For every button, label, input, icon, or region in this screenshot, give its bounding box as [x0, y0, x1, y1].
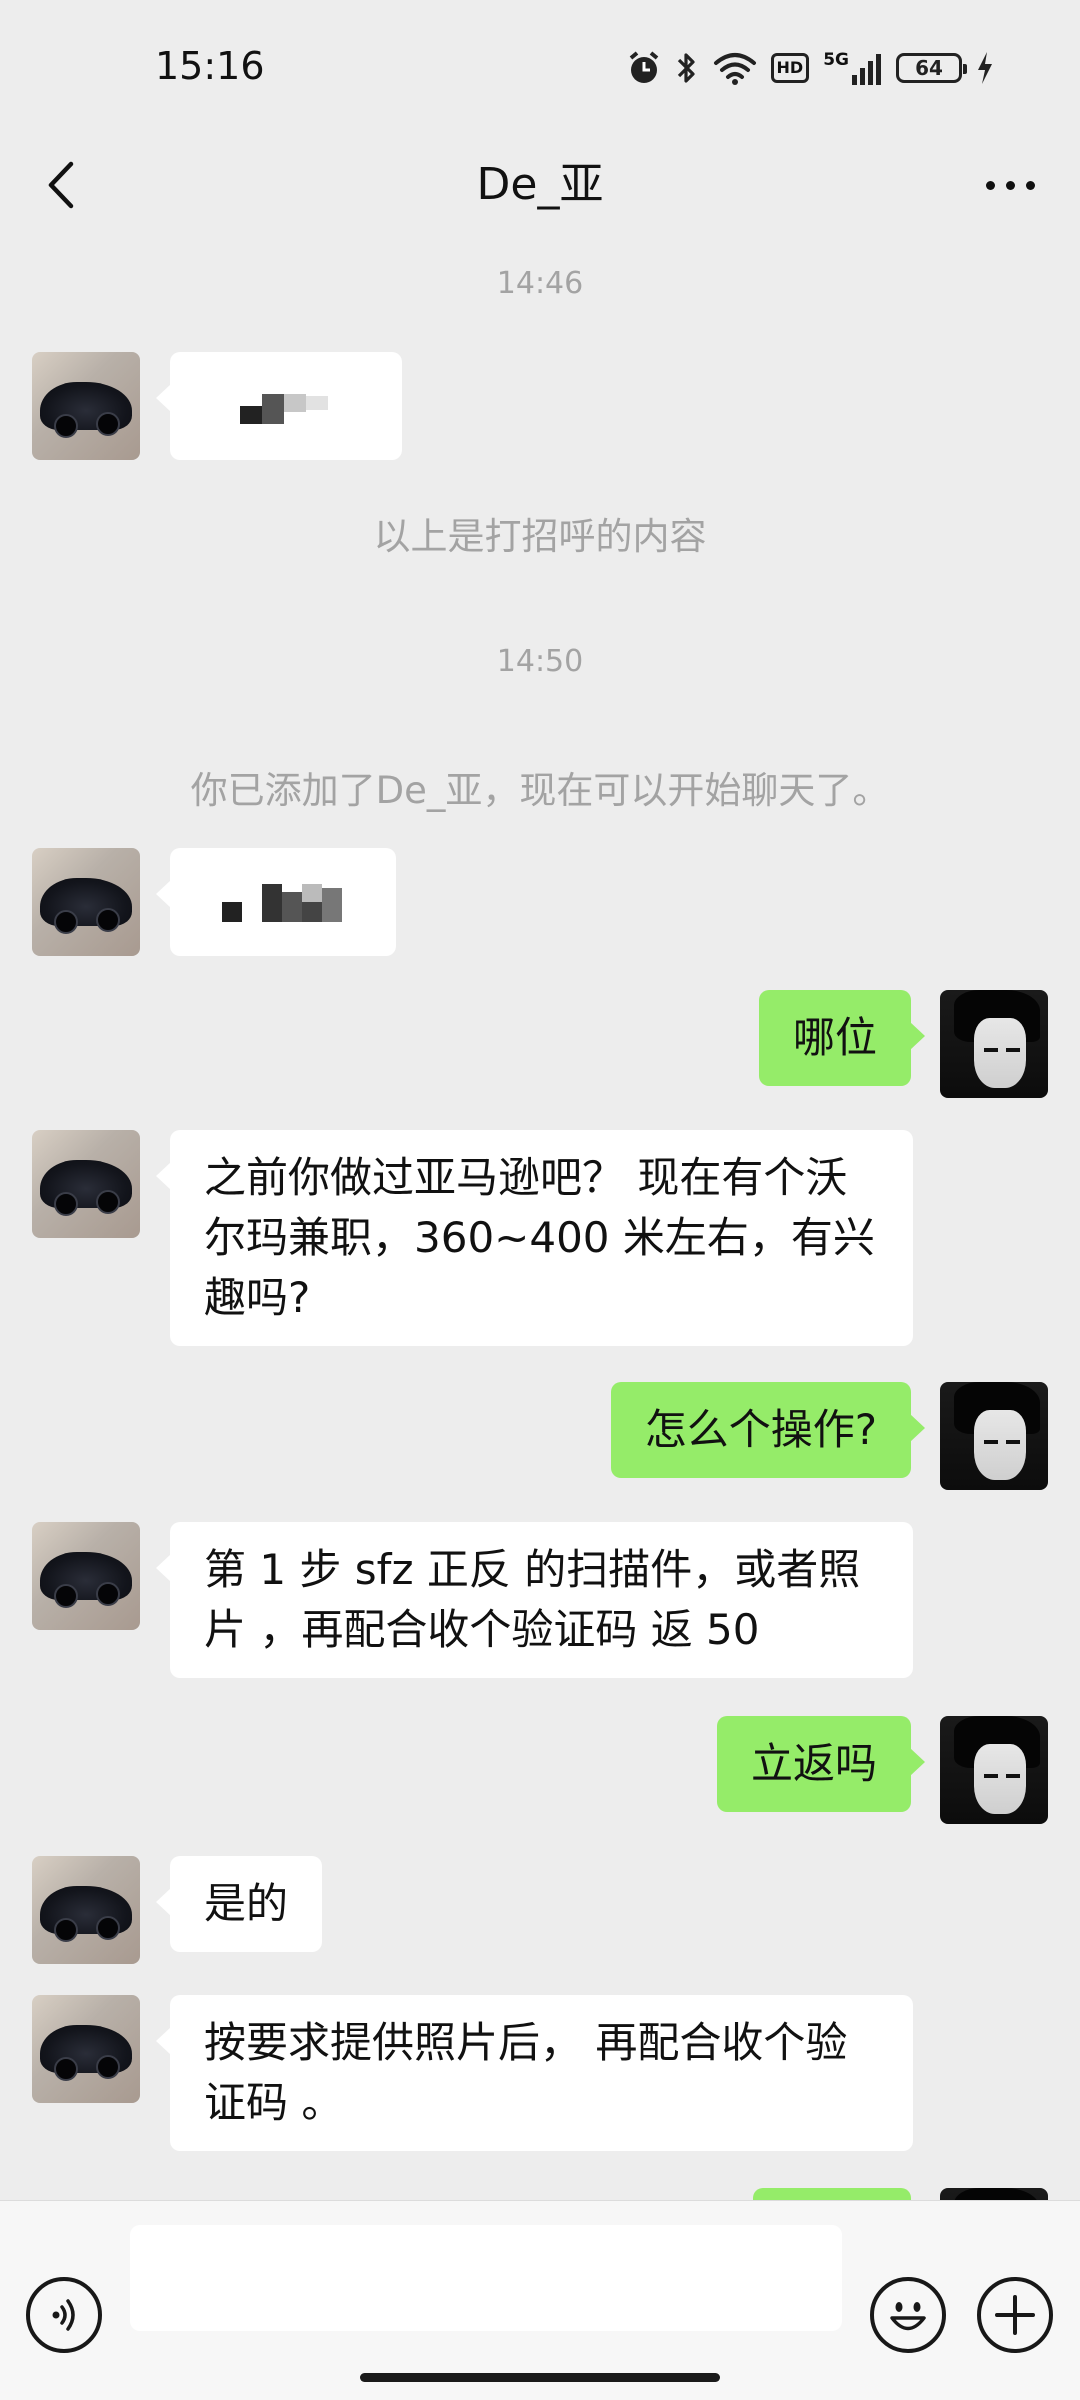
status-bar: 15:16 HD 5G 64	[0, 0, 1080, 130]
message-text: 怎么个操作?	[644, 1405, 877, 1454]
message-bubble-peer[interactable]	[156, 848, 396, 956]
self-avatar[interactable]	[940, 1716, 1048, 1824]
peer-avatar[interactable]	[32, 1522, 140, 1630]
self-avatar[interactable]	[940, 2188, 1048, 2200]
redacted-content	[222, 884, 348, 924]
message-bubble-self[interactable]	[753, 2188, 911, 2200]
message-text: 哪位	[792, 1013, 877, 1062]
message-input[interactable]	[130, 2225, 842, 2331]
network-label: 5G	[823, 50, 849, 70]
message-text: 是的	[204, 1879, 289, 1928]
plus-button[interactable]	[977, 2277, 1053, 2353]
message-text: 之前你做过亚马逊吧？ 现在有个沃尔玛兼职，360~400 米左右，有兴趣吗?	[204, 1153, 875, 1322]
message-bubble-peer[interactable]: 是的	[155, 1856, 323, 1952]
message-bubble-peer[interactable]: 第 1 步 sfz 正反 的扫描件，或者照片 ，再配合收个验证码 返 50	[156, 1522, 913, 1678]
peer-avatar[interactable]	[32, 352, 140, 460]
battery-icon: 64	[896, 53, 967, 83]
peer-avatar[interactable]	[32, 1130, 140, 1238]
charging-icon	[978, 52, 992, 84]
more-button[interactable]	[970, 150, 1050, 220]
redacted-content	[240, 392, 366, 432]
emoji-button[interactable]	[870, 2277, 946, 2353]
emoji-icon	[890, 2302, 926, 2331]
friend-added-notice: 你已添加了De_亚，现在可以开始聊天了。	[190, 769, 890, 812]
greeting-notice: 以上是打招呼的内容	[373, 515, 707, 558]
voice-button[interactable]	[26, 2277, 102, 2353]
peer-avatar[interactable]	[32, 848, 140, 956]
message-bubble-peer[interactable]: 按要求提供照片后， 再配合收个验证码 。	[156, 1995, 913, 2151]
home-indicator[interactable]	[360, 2373, 720, 2382]
self-avatar[interactable]	[940, 1382, 1048, 1490]
status-icons: HD 5G 64	[627, 48, 994, 88]
input-bar	[0, 2200, 1080, 2400]
plus-icon	[995, 2295, 1035, 2335]
message-text: 第 1 步 sfz 正反 的扫描件，或者照片 ，再配合收个验证码 返 50	[204, 1545, 861, 1654]
message-bubble-self[interactable]: 立返吗	[716, 1716, 926, 1812]
alarm-icon	[629, 51, 658, 83]
signal-icon: 5G	[823, 51, 882, 85]
more-icon	[985, 180, 995, 190]
peer-avatar[interactable]	[32, 1856, 140, 1964]
message-text: 按要求提供照片后， 再配合收个验证码 。	[204, 2018, 848, 2127]
message-bubble-self[interactable]: 怎么个操作?	[610, 1382, 926, 1478]
status-time: 15:16	[155, 44, 265, 88]
chat-header: De_亚	[0, 130, 1080, 240]
timestamp: 14:46	[496, 266, 584, 301]
message-bubble-peer[interactable]	[156, 352, 402, 460]
bluetooth-icon	[677, 53, 695, 83]
voice-icon	[52, 2299, 75, 2331]
message-bubble-peer[interactable]: 之前你做过亚马逊吧？ 现在有个沃尔玛兼职，360~400 米左右，有兴趣吗?	[156, 1130, 913, 1346]
message-list[interactable]: 14:46 以上是打招呼的内容 14:50 你已添加了De_亚，现在可以开始聊天…	[0, 240, 1080, 2200]
self-avatar[interactable]	[940, 990, 1048, 1098]
chat-title: De_亚	[476, 159, 604, 210]
peer-avatar[interactable]	[32, 1995, 140, 2103]
message-text: 立返吗	[750, 1739, 877, 1788]
wifi-icon	[713, 53, 756, 85]
hd-icon: HD	[770, 53, 810, 83]
message-bubble-self[interactable]: 哪位	[758, 990, 926, 1086]
timestamp: 14:50	[496, 644, 584, 679]
battery-level: 64	[915, 56, 943, 80]
